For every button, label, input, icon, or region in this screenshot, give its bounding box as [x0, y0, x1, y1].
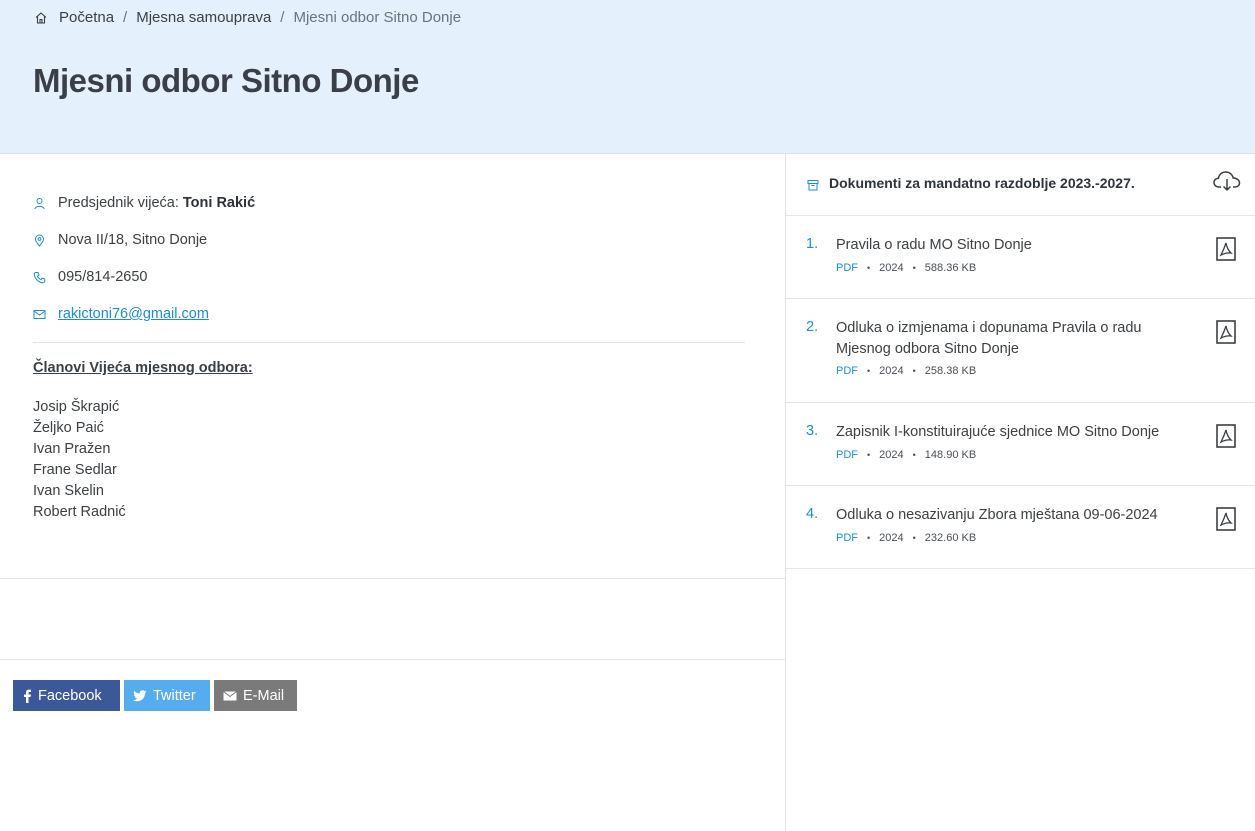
document-name[interactable]: Odluka o izmjenama i dopunama Pravila o … — [836, 318, 1196, 360]
document-format: PDF — [836, 262, 858, 274]
member-item: Frane Sedlar — [33, 462, 117, 478]
address-row: Nova II/18, Sitno Donje — [33, 232, 207, 248]
share-twitter-button[interactable]: Twitter — [124, 680, 210, 711]
breadcrumb-separator: / — [123, 9, 128, 26]
members-title: Članovi Vijeća mjesnog odbora: — [33, 360, 253, 376]
breadcrumb-separator: / — [280, 9, 285, 26]
meta-separator: • — [912, 366, 916, 376]
breadcrumb-current: Mjesni odbor Sitno Donje — [293, 9, 462, 26]
email-row: rakictoni76@gmail.com — [33, 306, 209, 322]
meta-separator: • — [912, 533, 916, 543]
twitter-label: Twitter — [153, 687, 196, 704]
share-buttons: Facebook Twitter E-Mail — [13, 680, 297, 711]
meta-separator: • — [867, 263, 871, 273]
envelope-icon — [223, 690, 237, 700]
document-name[interactable]: Pravila o radu MO Sitno Donje — [836, 235, 1196, 256]
email-label: E-Mail — [243, 687, 285, 704]
main-content: Predsjednik vijeća: Toni Rakić Nova II/1… — [0, 154, 785, 831]
document-size: 232.60 KB — [924, 532, 977, 544]
documents-title: Dokumenti za mandatno razdoblje 2023.-20… — [829, 175, 1135, 191]
document-format: PDF — [836, 365, 858, 377]
pdf-icon[interactable] — [1216, 507, 1236, 531]
president-row: Predsjednik vijeća: Toni Rakić — [33, 195, 255, 211]
document-year: 2024 — [879, 262, 904, 274]
document-item[interactable]: 1. Pravila o radu MO Sitno Donje PDF • 2… — [786, 216, 1255, 299]
archive-icon — [807, 178, 819, 196]
page-title: Mjesni odbor Sitno Donje — [33, 62, 419, 99]
cloud-download-icon[interactable] — [1212, 170, 1242, 197]
share-facebook-button[interactable]: Facebook — [13, 680, 120, 711]
document-size: 258.38 KB — [924, 365, 977, 377]
document-year: 2024 — [879, 532, 904, 544]
document-meta: PDF • 2024 • 148.90 KB — [836, 449, 976, 461]
twitter-icon — [133, 689, 147, 701]
document-year: 2024 — [879, 365, 904, 377]
president-label: Predsjednik vijeća: — [58, 195, 179, 211]
pdf-icon[interactable] — [1216, 237, 1236, 261]
pdf-icon[interactable] — [1216, 320, 1236, 344]
document-name[interactable]: Odluka o nesazivanju Zbora mještana 09-0… — [836, 505, 1196, 526]
document-number: 1. — [806, 236, 819, 252]
members-list: Josip Škrapić Željko Paić Ivan Pražen Fr… — [33, 397, 126, 523]
member-item: Ivan Pražen — [33, 441, 111, 457]
member-item: Ivan Skelin — [33, 483, 104, 499]
document-meta: PDF • 2024 • 588.36 KB — [836, 262, 976, 274]
member-item: Robert Radnić — [33, 504, 126, 520]
meta-separator: • — [912, 263, 916, 273]
documents-panel: Dokumenti za mandatno razdoblje 2023.-20… — [786, 154, 1255, 831]
pdf-icon[interactable] — [1216, 424, 1236, 448]
divider — [0, 659, 785, 660]
document-year: 2024 — [879, 449, 904, 461]
document-item[interactable]: 3. Zapisnik I-konstituirajuće sjednice M… — [786, 403, 1255, 486]
email-link[interactable]: rakictoni76@gmail.com — [58, 306, 209, 322]
document-meta: PDF • 2024 • 258.38 KB — [836, 365, 976, 377]
document-item[interactable]: 4. Odluka o nesazivanju Zbora mještana 0… — [786, 486, 1255, 569]
document-format: PDF — [836, 532, 858, 544]
phone-text: 095/814-2650 — [58, 269, 148, 285]
address-text: Nova II/18, Sitno Donje — [58, 232, 208, 248]
facebook-icon — [24, 689, 31, 703]
facebook-label: Facebook — [38, 687, 102, 704]
document-size: 588.36 KB — [924, 262, 977, 274]
user-icon — [33, 197, 46, 210]
breadcrumb-section-link[interactable]: Mjesna samouprava — [136, 9, 271, 26]
breadcrumb: Početna / Mjesna samouprava / Mjesni odb… — [34, 9, 461, 26]
president-name: Toni Rakić — [182, 195, 256, 211]
divider — [33, 342, 745, 343]
member-item: Željko Paić — [33, 420, 104, 436]
meta-separator: • — [867, 450, 871, 460]
document-name[interactable]: Zapisnik I-konstituirajuće sjednice MO S… — [836, 422, 1196, 443]
document-meta: PDF • 2024 • 232.60 KB — [836, 532, 976, 544]
document-size: 148.90 KB — [924, 449, 977, 461]
divider — [0, 578, 785, 579]
map-pin-icon — [33, 234, 46, 247]
home-icon[interactable] — [34, 11, 48, 25]
meta-separator: • — [867, 533, 871, 543]
document-number: 2. — [806, 319, 819, 335]
member-item: Josip Škrapić — [33, 399, 120, 415]
page-header: Početna / Mjesna samouprava / Mjesni odb… — [0, 0, 1255, 154]
document-format: PDF — [836, 449, 858, 461]
phone-icon — [33, 271, 46, 284]
meta-separator: • — [867, 366, 871, 376]
documents-header: Dokumenti za mandatno razdoblje 2023.-20… — [786, 154, 1255, 216]
breadcrumb-home-link[interactable]: Početna — [59, 9, 114, 26]
phone-row: 095/814-2650 — [33, 269, 148, 285]
document-number: 4. — [806, 506, 819, 522]
document-item[interactable]: 2. Odluka o izmjenama i dopunama Pravila… — [786, 299, 1255, 403]
meta-separator: • — [912, 450, 916, 460]
mail-icon — [33, 308, 46, 321]
document-number: 3. — [806, 423, 819, 439]
share-email-button[interactable]: E-Mail — [214, 680, 297, 711]
